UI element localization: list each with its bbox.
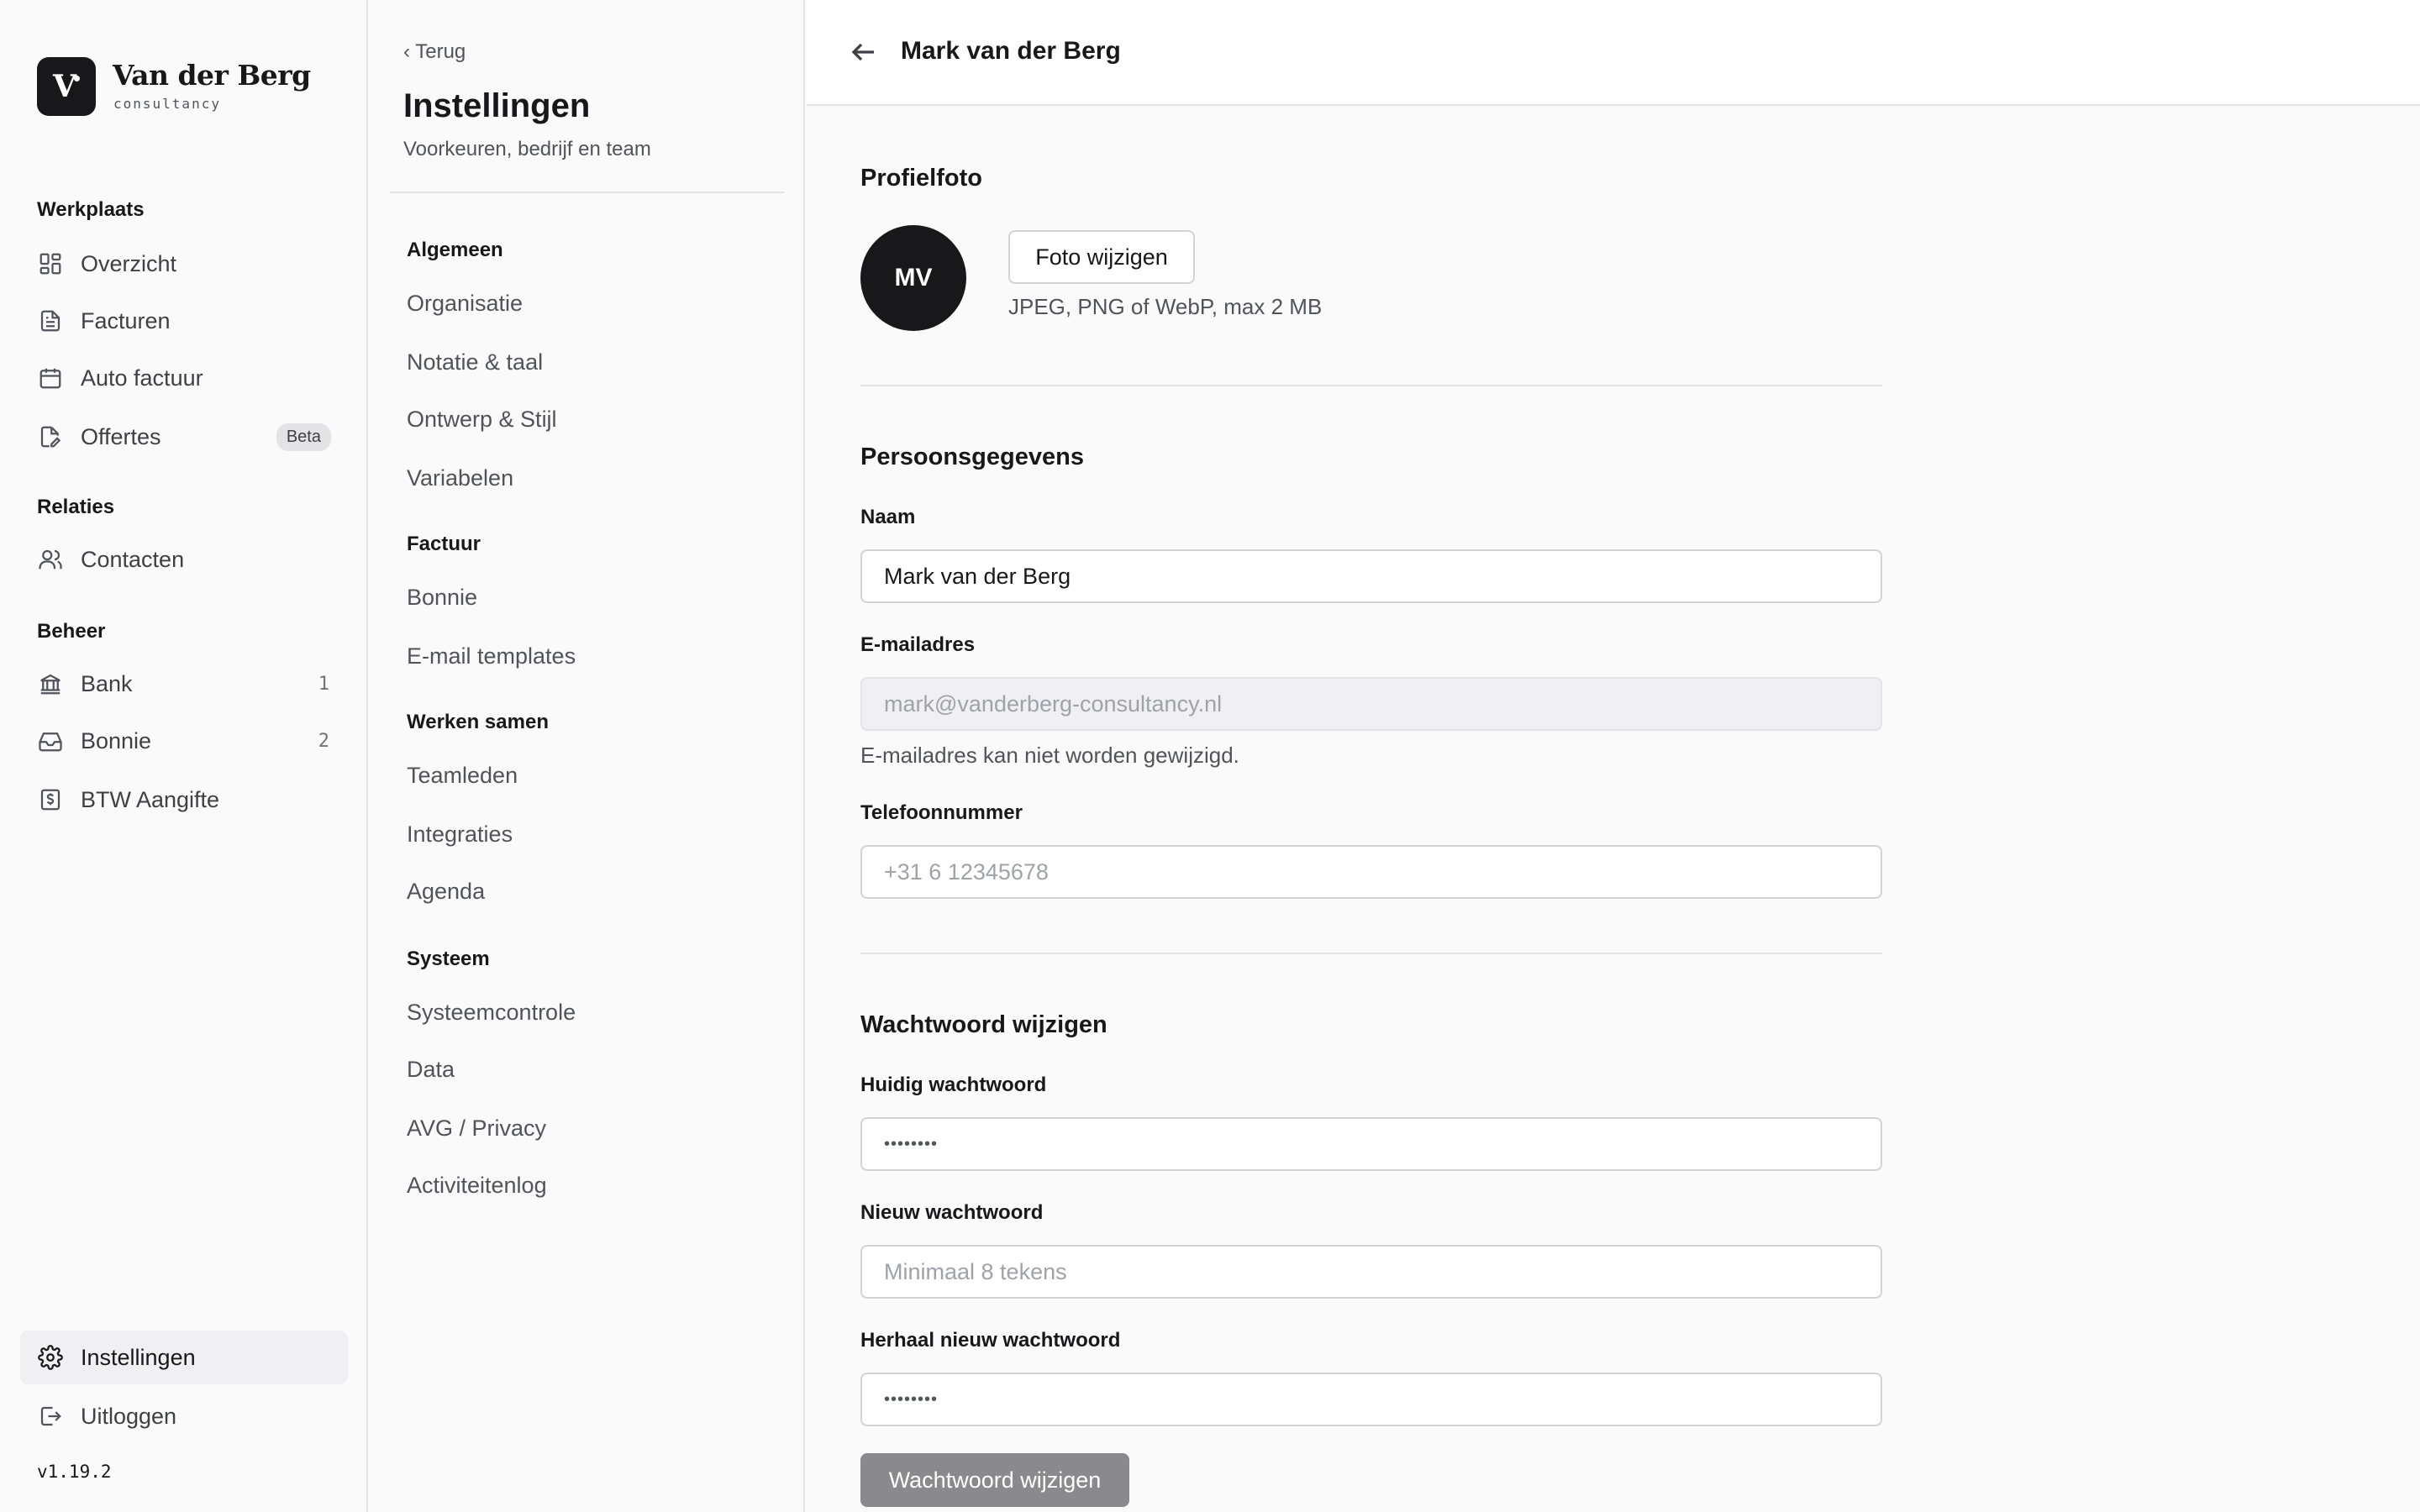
subnav-subtitle: Voorkeuren, bedrijf en team [403, 138, 651, 160]
profile-photo-heading: Profielfoto [860, 165, 982, 192]
subnav-divider [390, 192, 785, 193]
change-password-heading: Wachtwoord wijzigen [860, 1011, 1107, 1038]
sidebar-item-label: Facturen [81, 307, 171, 333]
subnav-heading-factuur: Factuur [407, 533, 481, 555]
repeat-password-label: Herhaal nieuw wachtwoord [860, 1329, 1121, 1352]
sidebar-item-auto-factuur[interactable]: Auto factuur [20, 351, 348, 405]
sidebar: V Van der Berg consultancy Werkplaats Ov… [0, 0, 368, 1512]
logo-dot [74, 76, 80, 81]
sidebar-item-facturen[interactable]: Facturen [20, 294, 348, 348]
sidebar-item-label: BTW Aangifte [81, 786, 220, 812]
subnav-item-data[interactable]: Data [407, 1057, 455, 1083]
sidebar-item-overzicht[interactable]: Overzicht [20, 237, 348, 291]
subnav-title: Instellingen [403, 87, 591, 124]
subnav-item-integraties[interactable]: Integraties [407, 822, 513, 848]
nav-heading-relaties: Relaties [37, 496, 115, 518]
repeat-password-field[interactable]: •••••••• [860, 1373, 1882, 1426]
app: V Van der Berg consultancy Werkplaats Ov… [0, 0, 2420, 1512]
subnav-item-email-templates[interactable]: E-mail templates [407, 643, 576, 669]
sidebar-item-btw-aangifte[interactable]: BTW Aangifte [20, 773, 348, 827]
email-help: E-mailadres kan niet worden gewijzigd. [860, 743, 1239, 768]
bank-icon [37, 670, 64, 697]
bank-count: 1 [318, 673, 329, 695]
brand-subtitle: consultancy [113, 96, 221, 112]
new-password-label: Nieuw wachtwoord [860, 1201, 1044, 1224]
name-label: Naam [860, 506, 916, 528]
current-password-field[interactable]: •••••••• [860, 1117, 1882, 1171]
logout-icon [37, 1403, 64, 1430]
sidebar-item-label: Auto factuur [81, 365, 203, 391]
current-password-label: Huidig wachtwoord [860, 1074, 1047, 1096]
phone-label: Telefoonnummer [860, 801, 1023, 824]
calendar-icon [37, 365, 64, 391]
topbar: Mark van der Berg [807, 0, 2420, 106]
sidebar-item-label: Bank [81, 670, 133, 696]
settings-subnav: ‹ Terug Instellingen Voorkeuren, bedrijf… [370, 0, 805, 1512]
beta-badge: Beta [276, 423, 331, 451]
logo[interactable]: V [37, 57, 96, 116]
users-icon [37, 546, 64, 573]
page-title: Mark van der Berg [901, 37, 1121, 65]
sidebar-item-instellingen[interactable]: Instellingen [20, 1331, 348, 1384]
section-divider [860, 385, 1882, 386]
sidebar-item-contacten[interactable]: Contacten [20, 533, 348, 586]
change-password-button[interactable]: Wachtwoord wijzigen [860, 1453, 1129, 1507]
sidebar-item-label: Uitloggen [81, 1403, 177, 1429]
subnav-item-agenda[interactable]: Agenda [407, 879, 485, 905]
subnav-item-systeemcontrole[interactable]: Systeemcontrole [407, 1000, 576, 1026]
logo-glyph: V [53, 69, 76, 104]
subnav-item-variabelen[interactable]: Variabelen [407, 465, 513, 491]
subnav-heading-werken-samen: Werken samen [407, 711, 549, 733]
new-password-field[interactable]: Minimaal 8 tekens [860, 1245, 1882, 1299]
avatar: MV [860, 225, 966, 331]
photo-format-help: JPEG, PNG of WebP, max 2 MB [1008, 294, 1323, 319]
sidebar-item-label: Overzicht [81, 250, 177, 276]
phone-field[interactable]: +31 6 12345678 [860, 845, 1882, 899]
nav-heading-beheer: Beheer [37, 620, 106, 643]
subnav-item-teamleden[interactable]: Teamleden [407, 763, 518, 789]
sidebar-item-label: Bonnie [81, 727, 152, 753]
bonnie-count: 2 [318, 730, 329, 752]
receipt-icon [37, 786, 64, 813]
sidebar-item-bank[interactable]: Bank 1 [20, 657, 348, 711]
inbox-icon [37, 727, 64, 754]
subnav-item-ontwerp-stijl[interactable]: Ontwerp & Stijl [407, 407, 557, 433]
gear-icon [37, 1344, 64, 1371]
section-divider [860, 953, 1882, 954]
email-label: E-mailadres [860, 633, 976, 656]
grid-icon [37, 250, 64, 277]
version-label: v1.19.2 [37, 1462, 112, 1482]
sidebar-item-label: Offertes [81, 423, 161, 449]
subnav-heading-systeem: Systeem [407, 948, 490, 970]
personal-details-heading: Persoonsgegevens [860, 444, 1084, 470]
document-icon [37, 307, 64, 334]
brand-name: Van der Berg [113, 59, 311, 92]
name-field[interactable]: Mark van der Berg [860, 549, 1882, 603]
sidebar-item-label: Instellingen [81, 1344, 196, 1370]
sidebar-item-label: Contacten [81, 546, 185, 572]
change-photo-button[interactable]: Foto wijzigen [1008, 230, 1195, 284]
subnav-item-notatie-taal[interactable]: Notatie & taal [407, 349, 543, 375]
subnav-item-organisatie[interactable]: Organisatie [407, 291, 523, 317]
document-edit-icon [37, 423, 64, 450]
nav-heading-werkplaats: Werkplaats [37, 198, 145, 221]
main-content: Mark van der Berg Profielfoto MV Foto wi… [807, 0, 2420, 1512]
email-field: mark@vanderberg-consultancy.nl [860, 677, 1882, 731]
sidebar-item-bonnie[interactable]: Bonnie 2 [20, 714, 348, 768]
subnav-item-avg-privacy[interactable]: AVG / Privacy [407, 1116, 546, 1142]
sidebar-item-uitloggen[interactable]: Uitloggen [20, 1389, 348, 1443]
arrow-left-icon[interactable] [849, 37, 879, 67]
sidebar-item-offertes[interactable]: Offertes Beta [20, 410, 348, 464]
subnav-item-bonnie[interactable]: Bonnie [407, 585, 477, 611]
subnav-heading-algemeen: Algemeen [407, 239, 503, 261]
subnav-item-activiteitenlog[interactable]: Activiteitenlog [407, 1173, 547, 1199]
back-link[interactable]: ‹ Terug [403, 40, 466, 64]
